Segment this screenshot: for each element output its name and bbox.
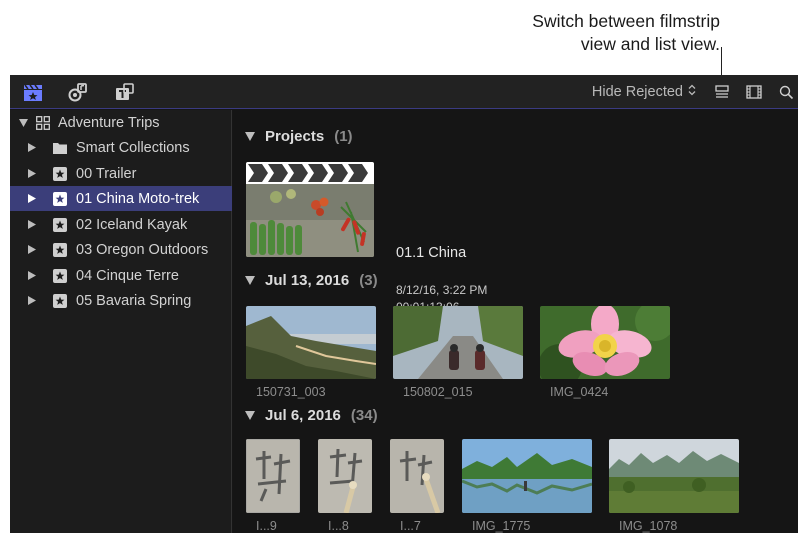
clip-label: IMG_1775 — [472, 519, 531, 533]
section-title: Jul 13, 2016 — [265, 272, 350, 289]
disclosure-closed-icon[interactable] — [27, 194, 37, 204]
section-header-date[interactable]: Jul 13, 2016 (3) — [245, 272, 378, 289]
sidebar-item-label: 01 China Moto-trek — [76, 190, 200, 207]
disclosure-closed-icon[interactable] — [27, 220, 37, 230]
hide-rejected-popup[interactable]: Hide Rejected — [592, 84, 696, 100]
event-star-icon — [53, 166, 67, 181]
folder-icon — [53, 141, 67, 155]
titles-generators-icon[interactable] — [114, 82, 136, 102]
clip-thumbnail[interactable] — [393, 306, 523, 379]
clip-label: I...8 — [328, 519, 349, 533]
section-count: (1) — [334, 128, 353, 145]
clip-label: 150802_015 — [403, 385, 473, 399]
section-count: (34) — [350, 407, 378, 424]
section-title: Projects — [265, 128, 325, 145]
clip-label: I...7 — [400, 519, 421, 533]
callout-line2: view and list view. — [580, 34, 720, 54]
sidebar-item-label: 03 Oregon Outdoors — [76, 241, 209, 258]
disclosure-open-icon[interactable] — [245, 128, 255, 145]
disclosure-closed-icon[interactable] — [27, 296, 37, 306]
clip-thumbnail[interactable] — [390, 439, 444, 513]
project-name[interactable]: 01.1 China — [396, 245, 466, 261]
list-view-icon[interactable] — [712, 82, 732, 102]
clip-thumbnail[interactable] — [540, 306, 670, 379]
sidebar-item-label: 02 Iceland Kayak — [76, 216, 188, 233]
clip-thumbnail[interactable] — [318, 439, 372, 513]
event-browser: Projects (1) 01.1 China 8/12/16, 3:22 PM… — [233, 110, 798, 533]
section-count: (3) — [359, 272, 378, 289]
event-star-icon — [53, 268, 67, 283]
sidebar-item-event[interactable]: 02 Iceland Kayak — [10, 212, 232, 237]
disclosure-closed-icon[interactable] — [27, 143, 37, 153]
section-header-projects[interactable]: Projects (1) — [245, 128, 353, 145]
library-adventure-trips[interactable]: Adventure Trips — [10, 110, 232, 135]
filmstrip-view-icon[interactable] — [744, 82, 764, 102]
disclosure-open-icon[interactable] — [18, 118, 28, 128]
event-star-icon — [53, 293, 67, 308]
section-title: Jul 6, 2016 — [265, 407, 341, 424]
disclosure-closed-icon[interactable] — [27, 271, 37, 281]
section-header-date[interactable]: Jul 6, 2016 (34) — [245, 407, 378, 424]
event-star-icon — [53, 191, 67, 206]
sidebar-item-event[interactable]: 03 Oregon Outdoors — [10, 237, 232, 262]
libraries-sidebar: Adventure Trips Smart Collections 00 Tra… — [10, 110, 232, 533]
libraries-icon[interactable] — [22, 82, 44, 102]
clip-thumbnail[interactable] — [609, 439, 739, 513]
sidebar-item-event[interactable]: 00 Trailer — [10, 161, 232, 186]
sidebar-item-label: 05 Bavaria Spring — [76, 292, 192, 309]
hide-rejected-label: Hide Rejected — [591, 84, 683, 100]
project-thumbnail[interactable] — [246, 162, 374, 257]
toolbar-right-controls: Hide Rejected — [592, 75, 798, 109]
sidebar-item-event-selected[interactable]: 01 China Moto-trek — [10, 186, 232, 211]
disclosure-closed-icon[interactable] — [27, 169, 37, 179]
final-cut-browser-window: Hide Rejected Adventure Trips Smart Coll… — [10, 75, 798, 533]
search-icon[interactable] — [776, 82, 796, 102]
clip-label: IMG_0424 — [550, 385, 609, 399]
disclosure-open-icon[interactable] — [245, 272, 255, 289]
sidebar-item-label: 04 Cinque Terre — [76, 267, 179, 284]
clip-thumbnail[interactable] — [246, 439, 300, 513]
photos-audio-icon[interactable] — [67, 82, 89, 102]
clip-thumbnail[interactable] — [246, 306, 376, 379]
sidebar-item-event[interactable]: 04 Cinque Terre — [10, 263, 232, 288]
sidebar-item-smart-collections[interactable]: Smart Collections — [10, 135, 232, 160]
event-star-icon — [53, 217, 67, 232]
disclosure-open-icon[interactable] — [245, 407, 255, 424]
clip-label: 150731_003 — [256, 385, 326, 399]
project-date: 8/12/16, 3:22 PM — [396, 283, 488, 297]
event-star-icon — [53, 242, 67, 257]
project-name-text: 01.1 China — [396, 245, 467, 261]
clip-label: I...9 — [256, 519, 277, 533]
sidebar-item-label: 00 Trailer — [76, 165, 137, 182]
library-label: Adventure Trips — [58, 114, 160, 131]
callout-line1: Switch between filmstrip — [532, 11, 720, 31]
library-grid-icon — [36, 115, 50, 130]
sidebar-item-label: Smart Collections — [76, 139, 190, 156]
disclosure-closed-icon[interactable] — [27, 245, 37, 255]
toolbar: Hide Rejected — [10, 75, 798, 109]
updown-chevron-icon — [688, 84, 696, 100]
clip-label: IMG_1078 — [619, 519, 678, 533]
sidebar-item-event[interactable]: 05 Bavaria Spring — [10, 288, 232, 313]
clip-thumbnail[interactable] — [462, 439, 592, 513]
callout-annotation: Switch between filmstrip view and list v… — [460, 10, 720, 56]
